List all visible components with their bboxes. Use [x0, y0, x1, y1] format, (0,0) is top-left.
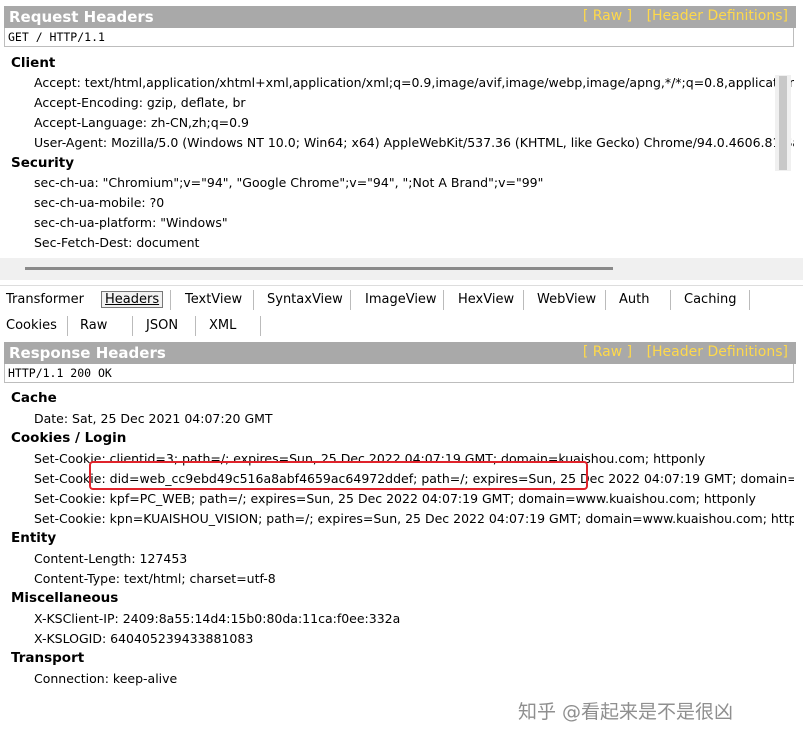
tab-webview[interactable]: WebView: [537, 292, 596, 307]
request-horizontal-scrollbar[interactable]: [0, 258, 803, 280]
watermark-text: 知乎 @看起来是不是很凶: [518, 701, 734, 723]
header-accept-encoding[interactable]: Accept-Encoding: gzip, deflate, br: [34, 95, 246, 110]
request-headers-panel: Client Accept: text/html,application/xht…: [4, 48, 794, 258]
inspector-tabs: Transformer Headers TextView SyntaxView …: [0, 285, 803, 342]
tab-textview[interactable]: TextView: [185, 292, 242, 307]
header-x-ksclient-ip[interactable]: X-KSClient-IP: 2409:8a55:14d4:15b0:80da:…: [34, 611, 400, 626]
header-set-cookie-kpn[interactable]: Set-Cookie: kpn=KUAISHOU_VISION; path=/;…: [34, 511, 794, 526]
request-headers-title: Request Headers: [9, 8, 154, 26]
header-sec-ch-ua-mobile[interactable]: sec-ch-ua-mobile: ?0: [34, 195, 164, 210]
header-accept-language[interactable]: Accept-Language: zh-CN,zh;q=0.9: [34, 115, 249, 130]
tab-separator: [170, 290, 171, 310]
tab-separator: [350, 290, 351, 310]
tab-separator: [749, 290, 750, 310]
tab-separator: [195, 316, 196, 336]
header-x-kslogid[interactable]: X-KSLOGID: 640405239433881083: [34, 631, 253, 646]
response-header-definitions-link[interactable]: [Header Definitions]: [647, 344, 788, 360]
tab-raw[interactable]: Raw: [80, 318, 107, 333]
header-date[interactable]: Date: Sat, 25 Dec 2021 04:07:20 GMT: [34, 411, 273, 426]
tab-separator: [67, 316, 68, 336]
response-headers-panel: Cache Date: Sat, 25 Dec 2021 04:07:20 GM…: [4, 384, 794, 694]
group-miscellaneous-label: Miscellaneous: [11, 590, 119, 606]
tab-syntaxview[interactable]: SyntaxView: [267, 292, 343, 307]
header-user-agent[interactable]: User-Agent: Mozilla/5.0 (Windows NT 10.0…: [34, 135, 794, 150]
tab-json[interactable]: JSON: [146, 318, 178, 333]
tab-xml[interactable]: XML: [209, 318, 236, 333]
group-client-label: Client: [11, 55, 56, 71]
status-line: HTTP/1.1 200 OK: [4, 364, 794, 383]
request-headers-bar: Request Headers [ Raw ] [Header Definiti…: [4, 6, 796, 28]
request-vertical-scrollbar[interactable]: [775, 75, 791, 171]
tab-transformer[interactable]: Transformer: [6, 292, 84, 307]
tab-separator: [260, 316, 261, 336]
tab-separator: [605, 290, 606, 310]
header-set-cookie-kpf[interactable]: Set-Cookie: kpf=PC_WEB; path=/; expires=…: [34, 491, 756, 506]
header-content-type[interactable]: Content-Type: text/html; charset=utf-8: [34, 571, 276, 586]
vertical-scroll-thumb[interactable]: [779, 76, 787, 170]
tab-separator: [670, 290, 671, 310]
tab-separator: [132, 316, 133, 336]
tab-imageview[interactable]: ImageView: [365, 292, 437, 307]
group-entity-label: Entity: [11, 530, 57, 546]
group-transport-label: Transport: [11, 650, 85, 666]
header-sec-ch-ua-platform[interactable]: sec-ch-ua-platform: "Windows": [34, 215, 228, 230]
header-content-length[interactable]: Content-Length: 127453: [34, 551, 187, 566]
request-raw-link[interactable]: [ Raw ]: [583, 8, 632, 24]
response-headers-title: Response Headers: [9, 344, 166, 362]
tab-headers[interactable]: Headers: [101, 291, 164, 308]
response-raw-link[interactable]: [ Raw ]: [583, 344, 632, 360]
request-header-definitions-link[interactable]: [Header Definitions]: [647, 8, 788, 24]
tab-separator: [253, 290, 254, 310]
tab-auth[interactable]: Auth: [619, 292, 649, 307]
tab-separator: [443, 290, 444, 310]
header-accept[interactable]: Accept: text/html,application/xhtml+xml,…: [34, 75, 794, 90]
tab-hexview[interactable]: HexView: [458, 292, 514, 307]
group-cache-label: Cache: [11, 390, 57, 406]
header-connection[interactable]: Connection: keep-alive: [34, 671, 177, 686]
response-headers-bar: Response Headers [ Raw ] [Header Definit…: [4, 342, 796, 364]
tab-caching[interactable]: Caching: [684, 292, 737, 307]
header-sec-ch-ua[interactable]: sec-ch-ua: "Chromium";v="94", "Google Ch…: [34, 175, 543, 190]
highlight-annotation-box: [89, 461, 588, 490]
group-security-label: Security: [11, 155, 75, 171]
tab-separator: [523, 290, 524, 310]
tab-cookies[interactable]: Cookies: [6, 318, 57, 333]
header-sec-fetch-dest[interactable]: Sec-Fetch-Dest: document: [34, 235, 199, 250]
request-line: GET / HTTP/1.1: [4, 28, 794, 47]
group-cookies-login-label: Cookies / Login: [11, 430, 127, 446]
horizontal-scroll-thumb[interactable]: [25, 267, 613, 270]
